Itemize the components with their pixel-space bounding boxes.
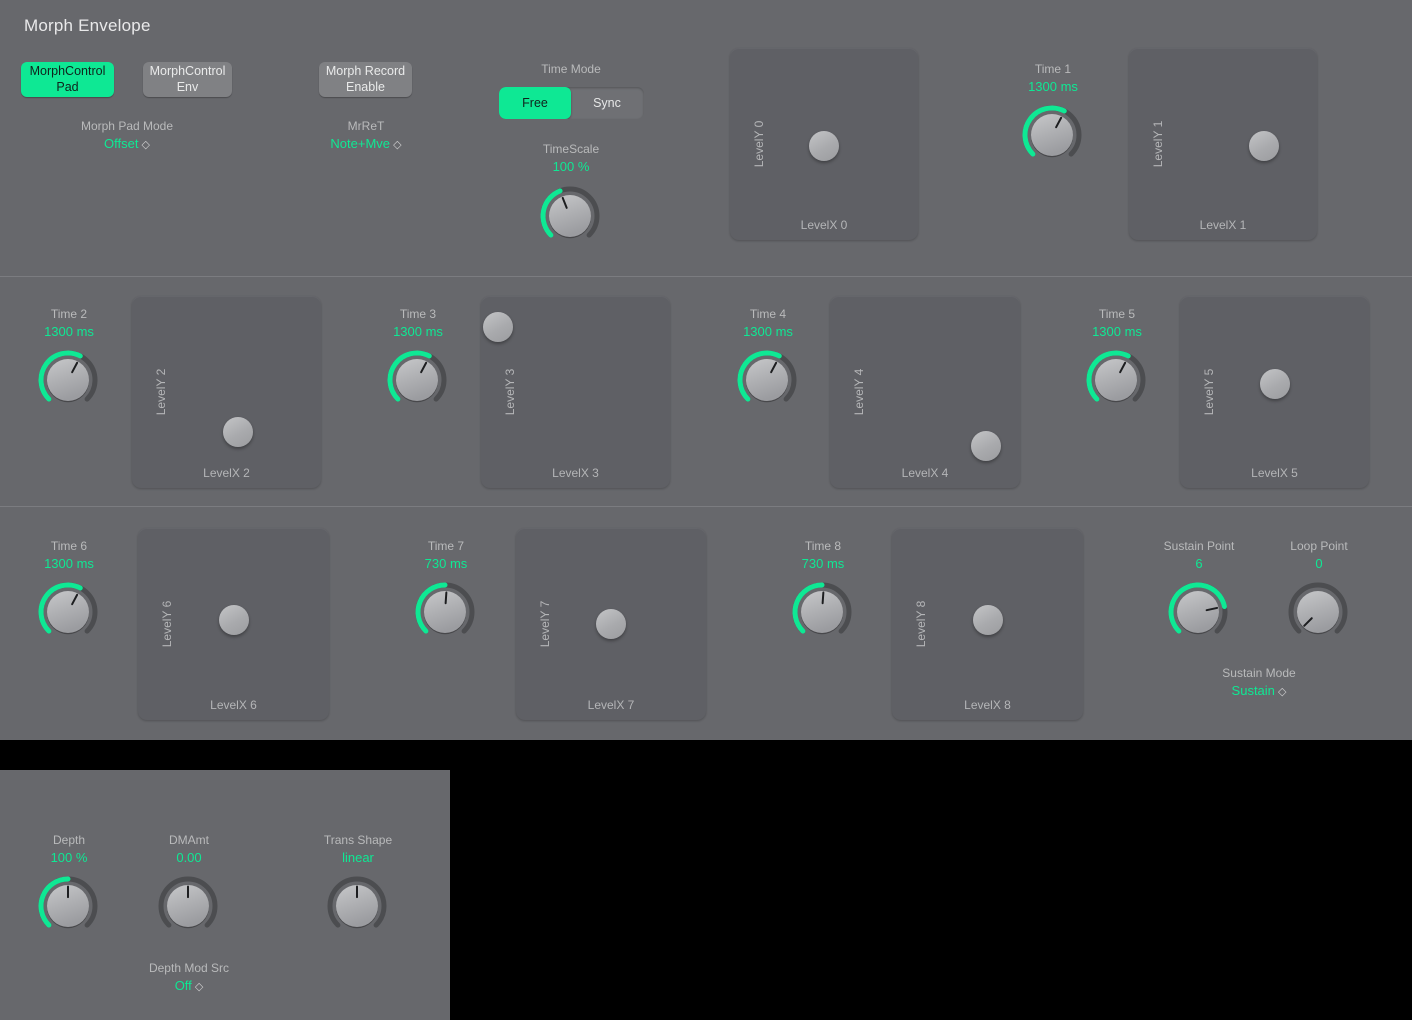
- time-2-value: 1300 ms: [44, 324, 94, 339]
- levelx-6-pad[interactable]: LevelY 6 LevelX 6: [138, 528, 329, 720]
- time-7-value: 730 ms: [424, 556, 468, 571]
- levelx-8-dot[interactable]: [972, 605, 1003, 636]
- levelx-1-dot[interactable]: [1249, 130, 1280, 161]
- levely-2-label: LevelY 2: [154, 368, 169, 416]
- morph-control-pad-label-2: Pad: [56, 79, 79, 94]
- levely-6-label: LevelY 6: [160, 600, 175, 648]
- levelx-0-dot[interactable]: [809, 130, 839, 161]
- levely-4-label: LevelY 4: [852, 368, 867, 416]
- time-mode-option-sync[interactable]: Sync: [571, 87, 643, 119]
- time-7-label: Time 7: [427, 539, 465, 553]
- dmamt-label: DMAmt: [169, 833, 209, 847]
- levely-5-label: LevelY 5: [1202, 368, 1217, 416]
- levelx-7-pad[interactable]: LevelY 7 LevelX 7: [516, 528, 706, 720]
- levelx-4-dot[interactable]: [970, 430, 1001, 461]
- morph-record-enable-label-1: Morph Record: [325, 63, 406, 78]
- levelx-3-pad[interactable]: LevelY 3 LevelX 3: [481, 296, 670, 488]
- levely-3-label: LevelY 3: [503, 368, 518, 416]
- levelx-2-dot[interactable]: [222, 417, 253, 448]
- levelx-1-pad[interactable]: LevelY 1 LevelX 1: [1129, 48, 1317, 240]
- morph-control-env-label-1: MorphControl: [149, 63, 226, 78]
- time-5-label: Time 5: [1098, 307, 1136, 321]
- levelx-7-label: LevelX 7: [587, 698, 635, 712]
- levelx-1-label: LevelX 1: [1199, 218, 1247, 232]
- sustain-point-knob[interactable]: [1167, 581, 1229, 643]
- time-3-label: Time 3: [399, 307, 437, 321]
- time-1-label: Time 1: [1034, 62, 1072, 76]
- timescale-label: TimeScale: [542, 142, 600, 156]
- depth-mod-src-label: Depth Mod Src: [148, 961, 230, 975]
- trans-shape-value: linear: [342, 850, 374, 865]
- time-7-knob[interactable]: [414, 581, 476, 643]
- levelx-2-label: LevelX 2: [203, 466, 250, 480]
- levelx-6-dot[interactable]: [218, 605, 249, 636]
- morph-control-pad-label-1: MorphControl: [29, 63, 106, 78]
- time-2-knob[interactable]: [37, 349, 99, 411]
- levelx-0-label: LevelX 0: [800, 218, 848, 232]
- levelx-8-pad[interactable]: LevelY 8 LevelX 8: [892, 528, 1083, 720]
- time-8-value: 730 ms: [801, 556, 845, 571]
- time-5-knob[interactable]: [1085, 349, 1147, 411]
- trans-shape-label: Trans Shape: [323, 833, 393, 847]
- loop-point-knob[interactable]: [1287, 581, 1349, 643]
- page-title: Morph Envelope: [24, 16, 151, 35]
- levelx-3-dot[interactable]: [483, 311, 513, 342]
- time-6-knob[interactable]: [37, 581, 99, 643]
- time-6-value: 1300 ms: [44, 556, 94, 571]
- levelx-7-dot[interactable]: [596, 609, 626, 639]
- trans-shape-knob[interactable]: [326, 875, 388, 937]
- levelx-5-pad[interactable]: LevelY 5 LevelX 5: [1180, 296, 1369, 488]
- morph-control-env-button[interactable]: MorphControl Env: [143, 62, 232, 97]
- time-mode-option-free[interactable]: Free: [499, 87, 571, 119]
- time-3-value: 1300 ms: [393, 324, 443, 339]
- time-mode-label: Time Mode: [541, 62, 601, 76]
- levelx-0-pad[interactable]: LevelY 0 LevelX 0: [730, 48, 918, 240]
- levelx-8-label: LevelX 8: [964, 698, 1011, 712]
- levely-8-label: LevelY 8: [914, 600, 929, 648]
- levelx-5-label: LevelX 5: [1251, 466, 1298, 480]
- row-divider-2: [0, 506, 1412, 507]
- morph-record-enable-label-2: Enable: [346, 79, 385, 94]
- depth-knob[interactable]: [37, 875, 99, 937]
- time-5-value: 1300 ms: [1092, 324, 1142, 339]
- morph-control-pad-button[interactable]: MorphControl Pad: [21, 62, 114, 97]
- sustain-mode-value[interactable]: Sustain: [1179, 683, 1339, 698]
- time-2-label: Time 2: [50, 307, 88, 321]
- morph-record-enable-button[interactable]: Morph Record Enable: [319, 62, 412, 97]
- time-6-label: Time 6: [50, 539, 88, 553]
- levelx-4-label: LevelX 4: [901, 466, 949, 480]
- levelx-2-pad[interactable]: LevelY 2 LevelX 2: [132, 296, 321, 488]
- dmamt-knob[interactable]: [157, 875, 219, 937]
- mr-ret-label: MrReT: [347, 119, 385, 133]
- loop-point-value: 0: [1315, 556, 1323, 571]
- sustain-mode-label: Sustain Mode: [1222, 666, 1296, 680]
- loop-point-label: Loop Point: [1290, 539, 1348, 553]
- levely-1-label: LevelY 1: [1151, 120, 1166, 168]
- timescale-knob[interactable]: [539, 185, 601, 247]
- levelx-3-label: LevelX 3: [552, 466, 599, 480]
- levely-7-label: LevelY 7: [538, 600, 553, 648]
- time-4-value: 1300 ms: [743, 324, 793, 339]
- time-mode-segmented[interactable]: Free Sync: [499, 87, 644, 119]
- mr-ret-value[interactable]: Note+Mve: [286, 136, 446, 151]
- time-1-value: 1300 ms: [1028, 79, 1078, 94]
- time-8-label: Time 8: [804, 539, 842, 553]
- timescale-value: 100 %: [552, 159, 590, 174]
- morph-pad-mode-value[interactable]: Offset: [47, 136, 207, 151]
- time-1-knob[interactable]: [1021, 104, 1083, 166]
- levely-0-label: LevelY 0: [752, 120, 767, 168]
- morph-control-env-label-2: Env: [176, 79, 199, 94]
- levelx-6-label: LevelX 6: [210, 698, 257, 712]
- time-4-label: Time 4: [749, 307, 787, 321]
- row-divider-1: [0, 276, 1412, 277]
- morph-pad-mode-label: Morph Pad Mode: [80, 119, 174, 133]
- time-8-knob[interactable]: [791, 581, 853, 643]
- dmamt-value: 0.00: [176, 850, 202, 865]
- levelx-5-dot[interactable]: [1259, 369, 1290, 400]
- time-3-knob[interactable]: [386, 349, 448, 411]
- time-4-knob[interactable]: [736, 349, 798, 411]
- levelx-4-pad[interactable]: LevelY 4 LevelX 4: [830, 296, 1020, 488]
- depth-mod-src-value[interactable]: Off: [109, 978, 269, 993]
